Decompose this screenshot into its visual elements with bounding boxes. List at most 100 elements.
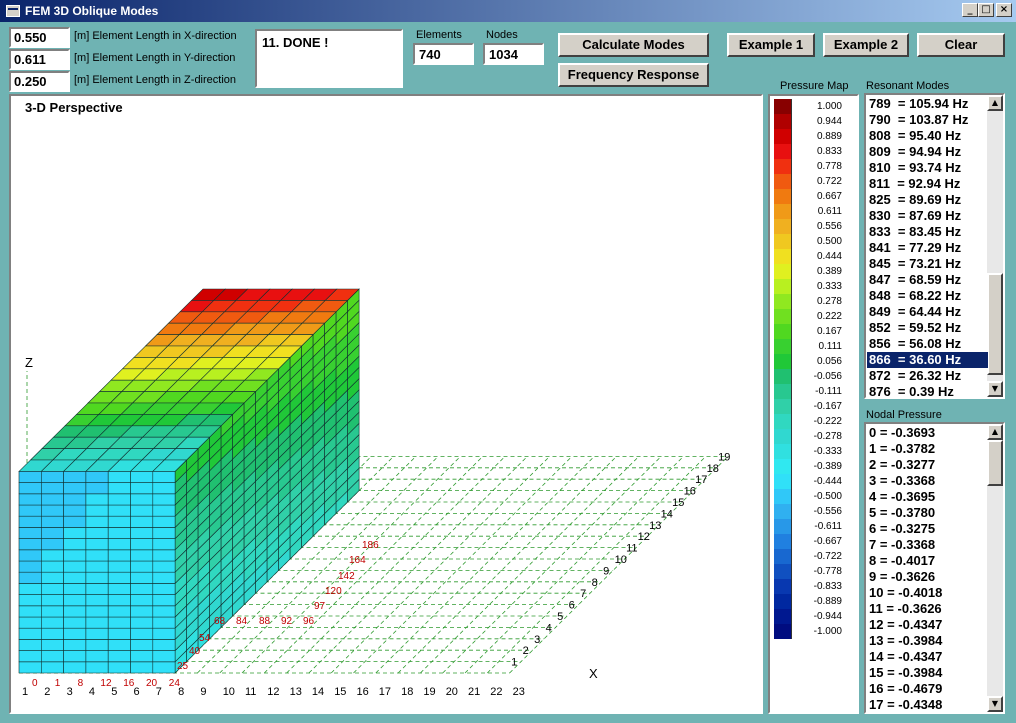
nodal-pressure-item[interactable]: 10 = -0.4018 (867, 585, 988, 601)
nodal-pressure-item[interactable]: 13 = -0.3984 (867, 633, 988, 649)
nodal-pressure-item[interactable]: 17 = -0.4348 (867, 697, 988, 712)
modes-scrollbar[interactable]: ▲ ▼ (987, 95, 1003, 397)
mode-list-item[interactable]: 866 = 36.60 Hz (867, 352, 988, 368)
mode-list-item[interactable]: 825 = 89.69 Hz (867, 192, 988, 208)
nodal-pressure-item[interactable]: 4 = -0.3695 (867, 489, 988, 505)
pressure-legend-row: -0.111 (774, 384, 856, 399)
resonant-modes-list[interactable]: ▲ ▼ 789 = 105.94 Hz 790 = 103.87 Hz 808 = … (864, 93, 1005, 399)
mesh-front-cell (18, 527, 42, 539)
y-tick-label: 8 (592, 577, 598, 589)
mesh-front-cell (18, 627, 42, 640)
x-tick-label: 5 (111, 686, 117, 698)
pressure-legend-row: -0.333 (774, 444, 856, 459)
y-length-input[interactable]: 0.611 (9, 49, 70, 70)
nodal-pressure-item[interactable]: 6 = -0.3275 (867, 521, 988, 537)
mesh-front-cell (130, 482, 154, 495)
nodal-pressure-item[interactable]: 16 = -0.4679 (867, 681, 988, 697)
mesh-front-cell (85, 583, 109, 595)
mesh-front-cell (85, 538, 109, 551)
mode-list-item[interactable]: 852 = 59.52 Hz (867, 320, 988, 336)
mode-list-item[interactable]: 849 = 64.44 Hz (867, 304, 988, 320)
nodal-pressure-item[interactable]: 15 = -0.3984 (867, 665, 988, 681)
clear-button[interactable]: Clear (917, 33, 1005, 57)
mode-list-item[interactable]: 845 = 73.21 Hz (867, 256, 988, 272)
mesh-front-cell (107, 627, 131, 640)
node-number-label: 186 (362, 540, 379, 551)
nodal-pressure-item[interactable]: 3 = -0.3368 (867, 473, 988, 489)
x-tick-label: 20 (446, 686, 458, 698)
x-length-input[interactable]: 0.550 (9, 27, 70, 48)
nodal-pressure-item[interactable]: 11 = -0.3626 (867, 601, 988, 617)
nodal-pressure-item[interactable]: 0 = -0.3693 (867, 425, 988, 441)
y-tick-label: 1 (511, 657, 517, 669)
calculate-modes-button[interactable]: Calculate Modes (558, 33, 709, 57)
pressure-legend-row: -0.222 (774, 414, 856, 429)
mode-list-item[interactable]: 830 = 87.69 Hz (867, 208, 988, 224)
mesh-front-cell (63, 504, 87, 517)
scroll-down-arrow-icon[interactable]: ▼ (987, 381, 1003, 397)
pressure-legend-row: -0.722 (774, 549, 856, 564)
mesh-front-cell (63, 571, 87, 584)
mode-list-item[interactable]: 847 = 68.59 Hz (867, 272, 988, 288)
mesh-front-cell (18, 482, 42, 495)
nodal-pressure-item[interactable]: 5 = -0.3780 (867, 505, 988, 521)
pressure-color-swatch (774, 459, 792, 474)
mode-list-item[interactable]: 810 = 93.74 Hz (867, 160, 988, 176)
nodal-scrollbar[interactable]: ▲ ▼ (987, 424, 1003, 712)
mode-list-item[interactable]: 841 = 77.29 Hz (867, 240, 988, 256)
title-bar[interactable]: FEM 3D Oblique Modes _ □ × (0, 0, 1016, 22)
mesh-front-cell (107, 515, 131, 528)
mode-list-item[interactable]: 790 = 103.87 Hz (867, 112, 988, 128)
mode-list-item[interactable]: 789 = 105.94 Hz (867, 96, 988, 112)
modes-scroll-thumb[interactable] (987, 273, 1003, 375)
mode-list-item[interactable]: 833 = 83.45 Hz (867, 224, 988, 240)
nodal-pressure-item[interactable]: 12 = -0.4347 (867, 617, 988, 633)
nodal-pressure-item[interactable]: 9 = -0.3626 (867, 569, 988, 585)
nodal-pressure-item[interactable]: 8 = -0.4017 (867, 553, 988, 569)
node-number-label: 142 (338, 571, 355, 582)
mode-list-item[interactable]: 809 = 94.94 Hz (867, 144, 988, 160)
mesh-front-cell (85, 639, 109, 651)
mesh-front-cell (130, 560, 154, 573)
close-button[interactable]: × (996, 3, 1012, 17)
mode-list-item[interactable]: 872 = 26.32 Hz (867, 368, 988, 384)
frequency-response-button[interactable]: Frequency Response (558, 63, 709, 87)
pressure-value-label: -0.611 (814, 521, 842, 532)
pressure-legend-row: 0.944 (774, 114, 856, 129)
nodal-pressure-list[interactable]: ▲ ▼ 0 = -0.3693 1 = -0.3782 2 = -0.3277 3 =… (864, 422, 1005, 714)
pressure-value-label: 1.000 (816, 101, 842, 112)
mesh-front-cell (107, 639, 131, 651)
pressure-legend-row: -0.611 (774, 519, 856, 534)
maximize-button[interactable]: □ (978, 3, 994, 17)
nodal-pressure-item[interactable]: 1 = -0.3782 (867, 441, 988, 457)
mode-list-item[interactable]: 876 = 0.39 Hz (867, 384, 988, 397)
z-length-input[interactable]: 0.250 (9, 71, 70, 92)
nodal-pressure-item[interactable]: 2 = -0.3277 (867, 457, 988, 473)
nodal-pressure-item[interactable]: 14 = -0.4347 (867, 649, 988, 665)
nodal-scroll-thumb[interactable] (987, 440, 1003, 486)
scroll-up-arrow-icon[interactable]: ▲ (987, 424, 1003, 440)
perspective-view[interactable]: 3-D Perspective Z X 1 2 3 4 5 6 7 8 9 10 11 12 13 14 15 1… (9, 94, 763, 714)
pressure-color-swatch (774, 369, 792, 384)
example-2-button[interactable]: Example 2 (823, 33, 909, 57)
mesh-front-cell (85, 627, 109, 640)
pressure-legend-row: -0.833 (774, 579, 856, 594)
mode-list-item[interactable]: 808 = 95.40 Hz (867, 128, 988, 144)
y-tick-label: 6 (569, 600, 575, 612)
pressure-legend-row: 0.833 (774, 144, 856, 159)
mode-list-item[interactable]: 856 = 56.08 Hz (867, 336, 988, 352)
node-number-label: 1 (55, 678, 61, 689)
pressure-legend-row: 0.889 (774, 129, 856, 144)
nodal-pressure-item[interactable]: 7 = -0.3368 (867, 537, 988, 553)
mesh-front-cell (63, 594, 87, 607)
minimize-button[interactable]: _ (962, 3, 978, 17)
mesh-front-cell (63, 650, 87, 663)
mesh-front-cell (152, 594, 176, 607)
pressure-value-label: 0.611 (817, 206, 842, 217)
pressure-value-label: -0.056 (813, 371, 842, 382)
example-1-button[interactable]: Example 1 (727, 33, 815, 57)
mode-list-item[interactable]: 811 = 92.94 Hz (867, 176, 988, 192)
scroll-down-arrow-icon[interactable]: ▼ (987, 696, 1003, 712)
mode-list-item[interactable]: 848 = 68.22 Hz (867, 288, 988, 304)
scroll-up-arrow-icon[interactable]: ▲ (987, 95, 1003, 111)
